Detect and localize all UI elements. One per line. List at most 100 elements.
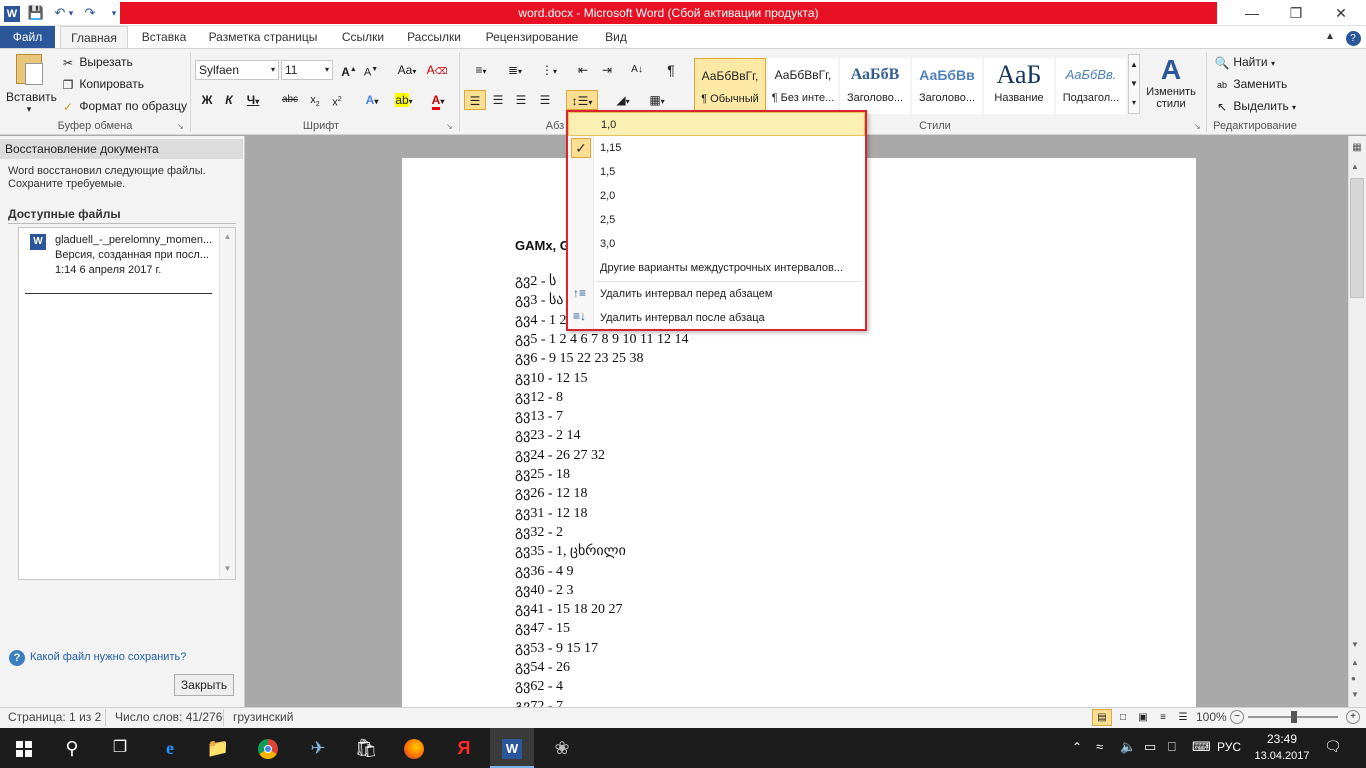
align-left-button[interactable]: ☰ [464, 90, 486, 110]
style-no-spacing[interactable]: АаБбВвГг, ¶ Без инте... [768, 58, 838, 114]
clear-formatting-icon[interactable]: A⌫ [426, 60, 448, 80]
multilevel-list-icon[interactable]: ⋮▾ [534, 60, 564, 80]
superscript-button[interactable]: x2 [326, 90, 348, 110]
spacing-option-2-0[interactable]: 2,0 [568, 184, 865, 208]
spacing-option-1-5[interactable]: 1,5 [568, 160, 865, 184]
draft-view-icon[interactable]: ☰ [1174, 709, 1192, 726]
find-button[interactable]: 🔍 Найти ▾ [1214, 52, 1275, 72]
redo-icon[interactable]: ↷ [80, 3, 100, 23]
highlight-icon[interactable]: ab▾ [390, 90, 418, 110]
font-size-select[interactable]: 11 ▾ [281, 60, 333, 80]
text-effects-icon[interactable]: A▾ [358, 90, 386, 110]
tab-file[interactable]: Файл [0, 26, 55, 48]
numbering-icon[interactable]: ≣▾ [500, 60, 530, 80]
more-spacing-options[interactable]: Другие варианты междустрочных интервалов… [568, 256, 865, 280]
decrease-indent-icon[interactable]: ⇤ [572, 60, 594, 80]
app-icon[interactable]: ✈ [296, 728, 340, 768]
align-right-button[interactable]: ☰ [510, 90, 532, 110]
previous-page-icon[interactable]: ▲ [1351, 658, 1359, 667]
word-app-icon[interactable]: W [2, 3, 22, 23]
styles-scroll[interactable]: ▲ ▼ ▾ [1128, 54, 1140, 114]
change-case-icon[interactable]: Aa▾ [392, 60, 422, 80]
scroll-down-icon[interactable]: ▼ [1351, 640, 1359, 649]
print-layout-icon[interactable]: ▤ [1092, 709, 1112, 726]
firefox-icon[interactable] [392, 728, 436, 768]
underline-button[interactable]: Ч▾ [242, 90, 264, 110]
tab-view[interactable]: Вид [596, 26, 636, 48]
align-center-button[interactable]: ☰ [487, 90, 509, 110]
increase-indent-icon[interactable]: ⇥ [596, 60, 618, 80]
style-subtitle[interactable]: АаБбВв. Подзагол... [1056, 58, 1126, 114]
minimize-button[interactable]: — [1229, 0, 1275, 26]
show-formatting-icon[interactable]: ¶ [660, 60, 682, 80]
browse-object-icon[interactable]: ● [1351, 674, 1356, 683]
borders-icon[interactable]: ▦▾ [642, 90, 672, 110]
zoom-level[interactable]: 100% [1196, 710, 1227, 724]
file-list-scrollbar[interactable]: ▲ ▼ [219, 228, 235, 579]
bullets-icon[interactable]: ≡▾ [466, 60, 496, 80]
restore-button[interactable]: ❐ [1273, 0, 1319, 26]
tab-mailings[interactable]: Рассылки [398, 26, 470, 48]
zoom-slider-thumb[interactable] [1291, 711, 1297, 723]
task-view-icon[interactable]: ❐ [98, 728, 142, 768]
search-icon[interactable]: ⚲ [50, 728, 94, 768]
spacing-option-2-5[interactable]: 2,5 [568, 208, 865, 232]
save-icon[interactable]: 💾 [26, 3, 46, 23]
undo-dropdown-icon[interactable]: ▾ [66, 3, 76, 23]
notifications-icon[interactable]: 🗨 [1324, 738, 1342, 755]
minimize-ribbon-icon[interactable]: ▲ [1320, 26, 1340, 48]
tab-insert[interactable]: Вставка [131, 26, 197, 48]
language-indicator[interactable]: грузинский [233, 710, 293, 724]
font-family-select[interactable]: Sylfaen ▾ [195, 60, 279, 80]
sort-icon[interactable]: A↓ [626, 60, 648, 80]
style-heading-2[interactable]: АаБбВв Заголово... [912, 58, 982, 114]
italic-button[interactable]: К [218, 90, 240, 110]
file-explorer-icon[interactable]: 📁 [196, 728, 240, 768]
style-normal[interactable]: АаБбВвГг, ¶ Обычный [694, 58, 766, 114]
style-heading-1[interactable]: АаБбВ Заголово... [840, 58, 910, 114]
zoom-out-icon[interactable]: − [1230, 710, 1244, 724]
select-button[interactable]: ↖ Выделить ▾ [1214, 96, 1296, 116]
volume-icon[interactable]: 🔈 [1120, 739, 1136, 755]
tab-home[interactable]: Главная [60, 26, 128, 49]
wifi-icon[interactable]: ≈ [1096, 739, 1103, 754]
which-file-link[interactable]: Какой файл нужно сохранить? [30, 651, 186, 663]
shrink-font-icon[interactable]: A▼ [360, 60, 382, 80]
scroll-up-icon[interactable]: ▲ [1351, 162, 1359, 171]
cut-button[interactable]: ✂ Вырезать [60, 52, 133, 72]
paste-button[interactable]: Вставить ▾ [6, 54, 57, 118]
web-layout-icon[interactable]: ▣ [1134, 709, 1152, 726]
bold-button[interactable]: Ж [196, 90, 218, 110]
change-styles-button[interactable]: A Изменить стили [1142, 54, 1200, 118]
grow-font-icon[interactable]: A▲ [338, 60, 360, 80]
format-painter-button[interactable]: ✓ Формат по образцу [60, 96, 187, 116]
ruler-toggle-icon[interactable]: ▦ [1350, 142, 1364, 156]
input-language[interactable]: РУС [1217, 740, 1241, 754]
keyboard-icon[interactable]: ⌨ [1192, 739, 1211, 755]
dialog-launcher-icon[interactable]: ↘ [446, 122, 453, 131]
font-color-icon[interactable]: A▾ [424, 90, 452, 110]
word-count[interactable]: Число слов: 41/276 [115, 710, 222, 724]
justify-button[interactable]: ☰ [534, 90, 556, 110]
zoom-in-icon[interactable]: + [1346, 710, 1360, 724]
spacing-option-3-0[interactable]: 3,0 [568, 232, 865, 256]
copy-button[interactable]: ❐ Копировать [60, 74, 144, 94]
close-recovery-button[interactable]: Закрыть [174, 674, 234, 696]
recovered-file-item[interactable]: gladuell_-_perelomny_momen... Версия, со… [55, 233, 215, 278]
outline-view-icon[interactable]: ≡ [1154, 709, 1172, 726]
remove-space-after[interactable]: Удалить интервал после абзаца [568, 306, 865, 330]
network-icon[interactable]: ⎕ [1168, 739, 1176, 755]
clock[interactable]: 23:49 13.04.2017 [1254, 731, 1310, 765]
shading-icon[interactable]: ◢▾ [608, 90, 638, 110]
tab-references[interactable]: Ссылки [332, 26, 394, 48]
dialog-launcher-icon[interactable]: ↘ [177, 122, 184, 131]
dialog-launcher-icon[interactable]: ↘ [1194, 122, 1201, 131]
word-taskbar-icon[interactable]: W [490, 728, 534, 768]
replace-button[interactable]: ab Заменить [1214, 74, 1287, 94]
windows-start-icon[interactable] [2, 728, 46, 768]
chrome-icon[interactable] [246, 728, 290, 768]
tab-page-layout[interactable]: Разметка страницы [200, 26, 326, 48]
battery-icon[interactable]: ▭ [1144, 739, 1156, 755]
strikethrough-button[interactable]: abc [276, 90, 304, 110]
spacing-option-1-0[interactable]: 1,0 [568, 112, 865, 136]
